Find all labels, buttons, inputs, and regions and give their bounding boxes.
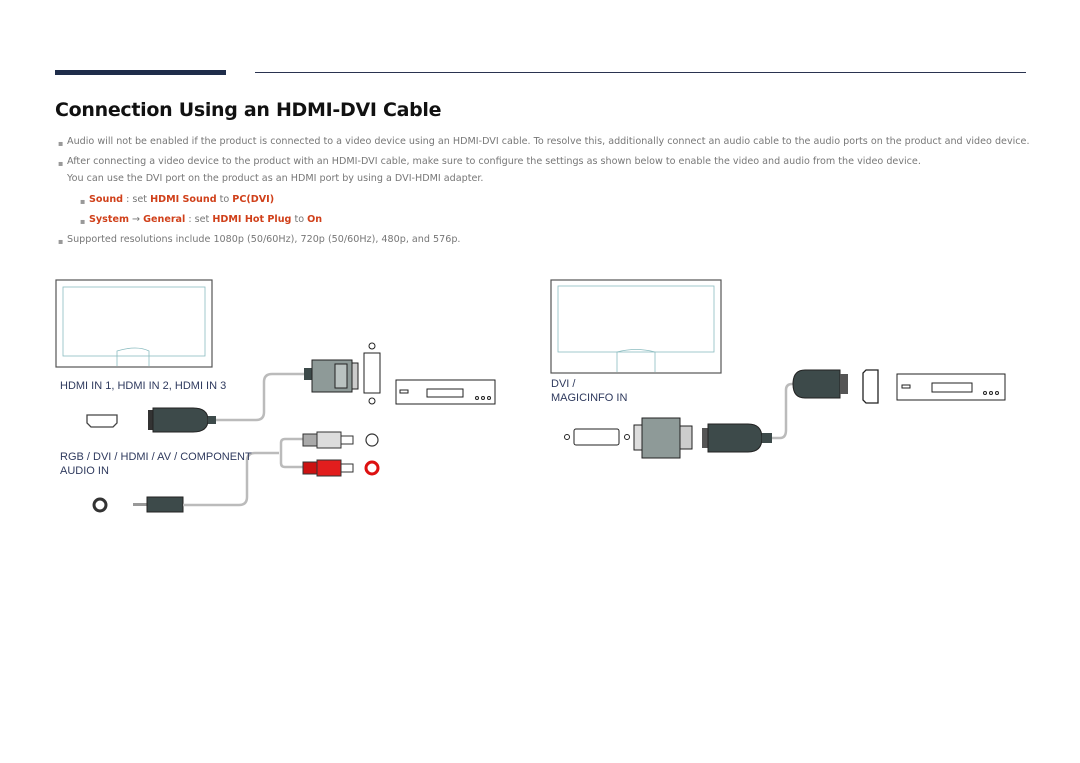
dvi-port-icon [564, 428, 630, 446]
video-player-icon [395, 379, 496, 405]
audio-jack-icon [92, 497, 108, 513]
audio-in-label-2: AUDIO IN [60, 465, 109, 477]
dvi-hdmi-adapter-icon [633, 417, 693, 459]
hdmi-port-icon [862, 369, 879, 404]
video-player-icon [896, 373, 1006, 401]
rca-white-plug-icon [302, 431, 379, 449]
audio-plug-icon [133, 496, 184, 513]
dvi-port-icon [363, 342, 381, 405]
rca-red-plug-icon [302, 459, 380, 477]
hdmi-dvi-cable [216, 372, 304, 422]
hdmi-in-label: HDMI IN 1, HDMI IN 2, HDMI IN 3 [60, 380, 227, 392]
hdmi-port-icon [86, 414, 118, 428]
audio-cable [183, 437, 303, 507]
dvi-label: DVI / [551, 378, 576, 390]
monitor-back-icon [550, 279, 722, 374]
monitor-back-icon [55, 279, 213, 368]
dvi-plug-icon [304, 359, 359, 393]
hdmi-plug-icon [792, 369, 848, 399]
magicinfo-in-label: MAGICINFO IN [551, 392, 628, 404]
hdmi-cable [772, 382, 796, 440]
hdmi-plug-icon [148, 407, 216, 433]
hdmi-plug-icon [702, 423, 772, 453]
audio-in-label: RGB / DVI / HDMI / AV / COMPONENT [60, 451, 252, 463]
